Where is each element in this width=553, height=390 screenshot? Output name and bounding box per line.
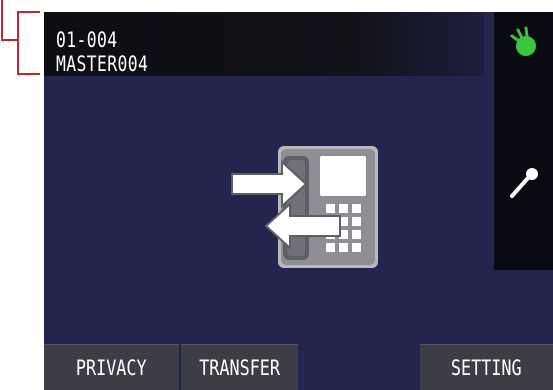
intercom-transfer-icon	[220, 144, 385, 274]
setting-button[interactable]: SETTING	[420, 344, 553, 390]
privacy-label: PRIVACY	[76, 356, 147, 380]
intercom-screen: 01-004 MASTER004 PRIVACY TRANSFER SETTIN…	[44, 12, 553, 390]
transfer-button[interactable]: TRANSFER	[181, 344, 298, 390]
status-led-icon	[504, 22, 544, 62]
microphone-icon[interactable]	[504, 162, 544, 202]
station-id: 01-004	[56, 28, 118, 52]
setting-label: SETTING	[451, 356, 522, 380]
privacy-button[interactable]: PRIVACY	[44, 344, 179, 390]
transfer-label: TRANSFER	[199, 356, 280, 380]
station-header: 01-004 MASTER004	[44, 12, 484, 76]
side-panel	[494, 12, 553, 270]
station-name: MASTER004	[56, 52, 149, 76]
